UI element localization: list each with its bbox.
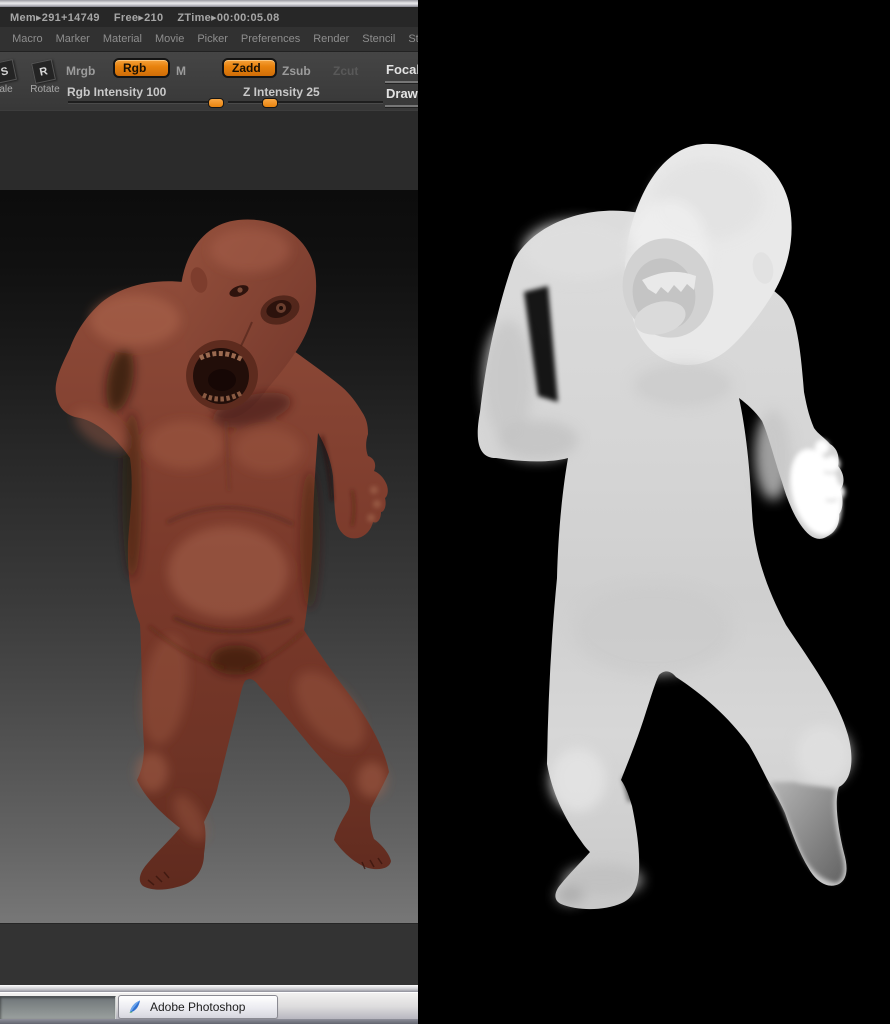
canvas-top-gutter: [0, 110, 418, 191]
window-bottom-edge: [0, 985, 418, 992]
m-button[interactable]: M: [176, 64, 186, 78]
draw-underline: [385, 105, 418, 107]
menu-bar: t Macro Marker Material Movie Picker Pre…: [0, 27, 440, 52]
zsub-button[interactable]: Zsub: [282, 64, 311, 78]
zbrush-window: Mem▸291+14749 Free▸210 ZTime▸00:00:05.08…: [0, 0, 440, 1024]
depth-render-pane: [418, 0, 890, 1024]
zadd-button[interactable]: Zadd: [222, 58, 277, 78]
sculpt-figure: [55, 219, 392, 890]
menu-item-marker[interactable]: Marker: [56, 33, 90, 45]
menu-item-macro[interactable]: Macro: [12, 33, 43, 45]
taskbar: Adobe Photoshop: [0, 992, 418, 1024]
window-top-edge: [0, 0, 418, 7]
taskbar-tray-area[interactable]: [0, 996, 116, 1019]
menu-item-stencil[interactable]: Stencil: [362, 33, 395, 45]
toolbar: S ale R Rotate Mrgb Rgb M Zadd Zsub Zcut…: [0, 52, 420, 110]
z-intensity-slider[interactable]: [228, 98, 383, 108]
depth-figure: [477, 143, 852, 910]
rotate-tool-button[interactable]: R Rotate: [30, 59, 60, 95]
z-intensity-handle[interactable]: [262, 98, 279, 108]
rgb-intensity-handle[interactable]: [208, 98, 225, 108]
menu-item-render[interactable]: Render: [313, 33, 349, 45]
menu-item-movie[interactable]: Movie: [155, 33, 184, 45]
menu-item-picker[interactable]: Picker: [197, 33, 228, 45]
stats-bar: Mem▸291+14749 Free▸210 ZTime▸00:00:05.08: [0, 7, 418, 27]
photoshop-feather-icon: [129, 1000, 140, 1013]
sculpt-canvas[interactable]: [0, 190, 418, 923]
mrgb-button[interactable]: Mrgb: [66, 64, 95, 78]
depth-far-foot: [770, 782, 845, 883]
rgb-intensity-slider[interactable]: [68, 98, 225, 108]
screen: Mem▸291+14749 Free▸210 ZTime▸00:00:05.08…: [0, 0, 890, 1024]
menu-item-material[interactable]: Material: [103, 33, 142, 45]
zcut-button[interactable]: Zcut: [333, 64, 358, 78]
focal-underline: [385, 81, 418, 83]
scale-icon: S: [0, 59, 17, 84]
draw-label[interactable]: Draw: [386, 86, 418, 101]
mem-stat: Mem▸291+14749: [10, 11, 100, 24]
menu-item-preferences[interactable]: Preferences: [241, 33, 300, 45]
photoshop-task-button[interactable]: Adobe Photoshop: [118, 995, 278, 1019]
zbrush-bottom-bar: [0, 923, 418, 986]
focal-label[interactable]: Focal: [386, 62, 420, 77]
free-stat: Free▸210: [113, 11, 164, 24]
ztime-stat: ZTime▸00:00:05.08: [177, 11, 280, 24]
rgb-button[interactable]: Rgb: [113, 58, 170, 78]
rgb-intensity-label: Rgb Intensity 100: [67, 85, 167, 99]
scale-tool-button[interactable]: S ale: [0, 59, 17, 95]
z-intensity-label: Z Intensity 25: [243, 85, 320, 99]
rotate-icon: R: [31, 59, 56, 84]
